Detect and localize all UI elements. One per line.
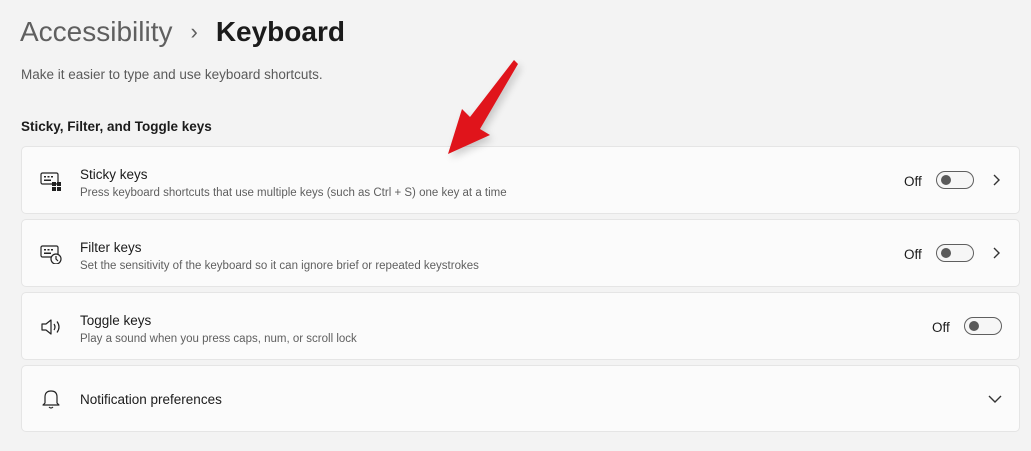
toggle-knob	[969, 321, 979, 331]
breadcrumb-accessibility-link[interactable]: Accessibility	[20, 12, 172, 52]
toggle-keys-setting[interactable]: Toggle keys Play a sound when you press …	[21, 292, 1020, 360]
section-title: Sticky, Filter, and Toggle keys	[21, 119, 212, 134]
toggle-keys-description: Play a sound when you press caps, num, o…	[80, 333, 357, 345]
filter-keys-toggle[interactable]	[936, 244, 974, 262]
breadcrumb: Accessibility › Keyboard	[20, 12, 345, 52]
notification-preferences-setting[interactable]: Notification preferences	[21, 365, 1020, 432]
sticky-keys-title: Sticky keys	[80, 167, 148, 182]
speaker-icon	[39, 315, 63, 339]
filter-keys-setting[interactable]: Filter keys Set the sensitivity of the k…	[21, 219, 1020, 287]
sticky-keys-toggle[interactable]	[936, 171, 974, 189]
chevron-right-icon[interactable]	[989, 246, 1003, 260]
filter-keys-title: Filter keys	[80, 240, 142, 255]
bell-icon	[39, 387, 63, 411]
breadcrumb-separator: ›	[190, 19, 198, 44]
sticky-keys-icon	[39, 169, 63, 193]
filter-keys-state-label: Off	[904, 247, 922, 262]
filter-keys-description: Set the sensitivity of the keyboard so i…	[80, 260, 479, 272]
filter-keys-icon	[39, 242, 63, 266]
sticky-keys-setting[interactable]: Sticky keys Press keyboard shortcuts tha…	[21, 146, 1020, 214]
chevron-down-icon[interactable]	[988, 392, 1002, 406]
chevron-right-icon[interactable]	[989, 173, 1003, 187]
toggle-keys-state-label: Off	[932, 320, 950, 335]
toggle-knob	[941, 248, 951, 258]
toggle-knob	[941, 175, 951, 185]
sticky-keys-state-label: Off	[904, 174, 922, 189]
toggle-keys-title: Toggle keys	[80, 313, 152, 328]
toggle-keys-toggle[interactable]	[964, 317, 1002, 335]
notification-preferences-title: Notification preferences	[80, 392, 222, 407]
page-title: Keyboard	[215, 16, 345, 47]
sticky-keys-description: Press keyboard shortcuts that use multip…	[80, 187, 507, 199]
page-subtitle: Make it easier to type and use keyboard …	[21, 67, 323, 82]
